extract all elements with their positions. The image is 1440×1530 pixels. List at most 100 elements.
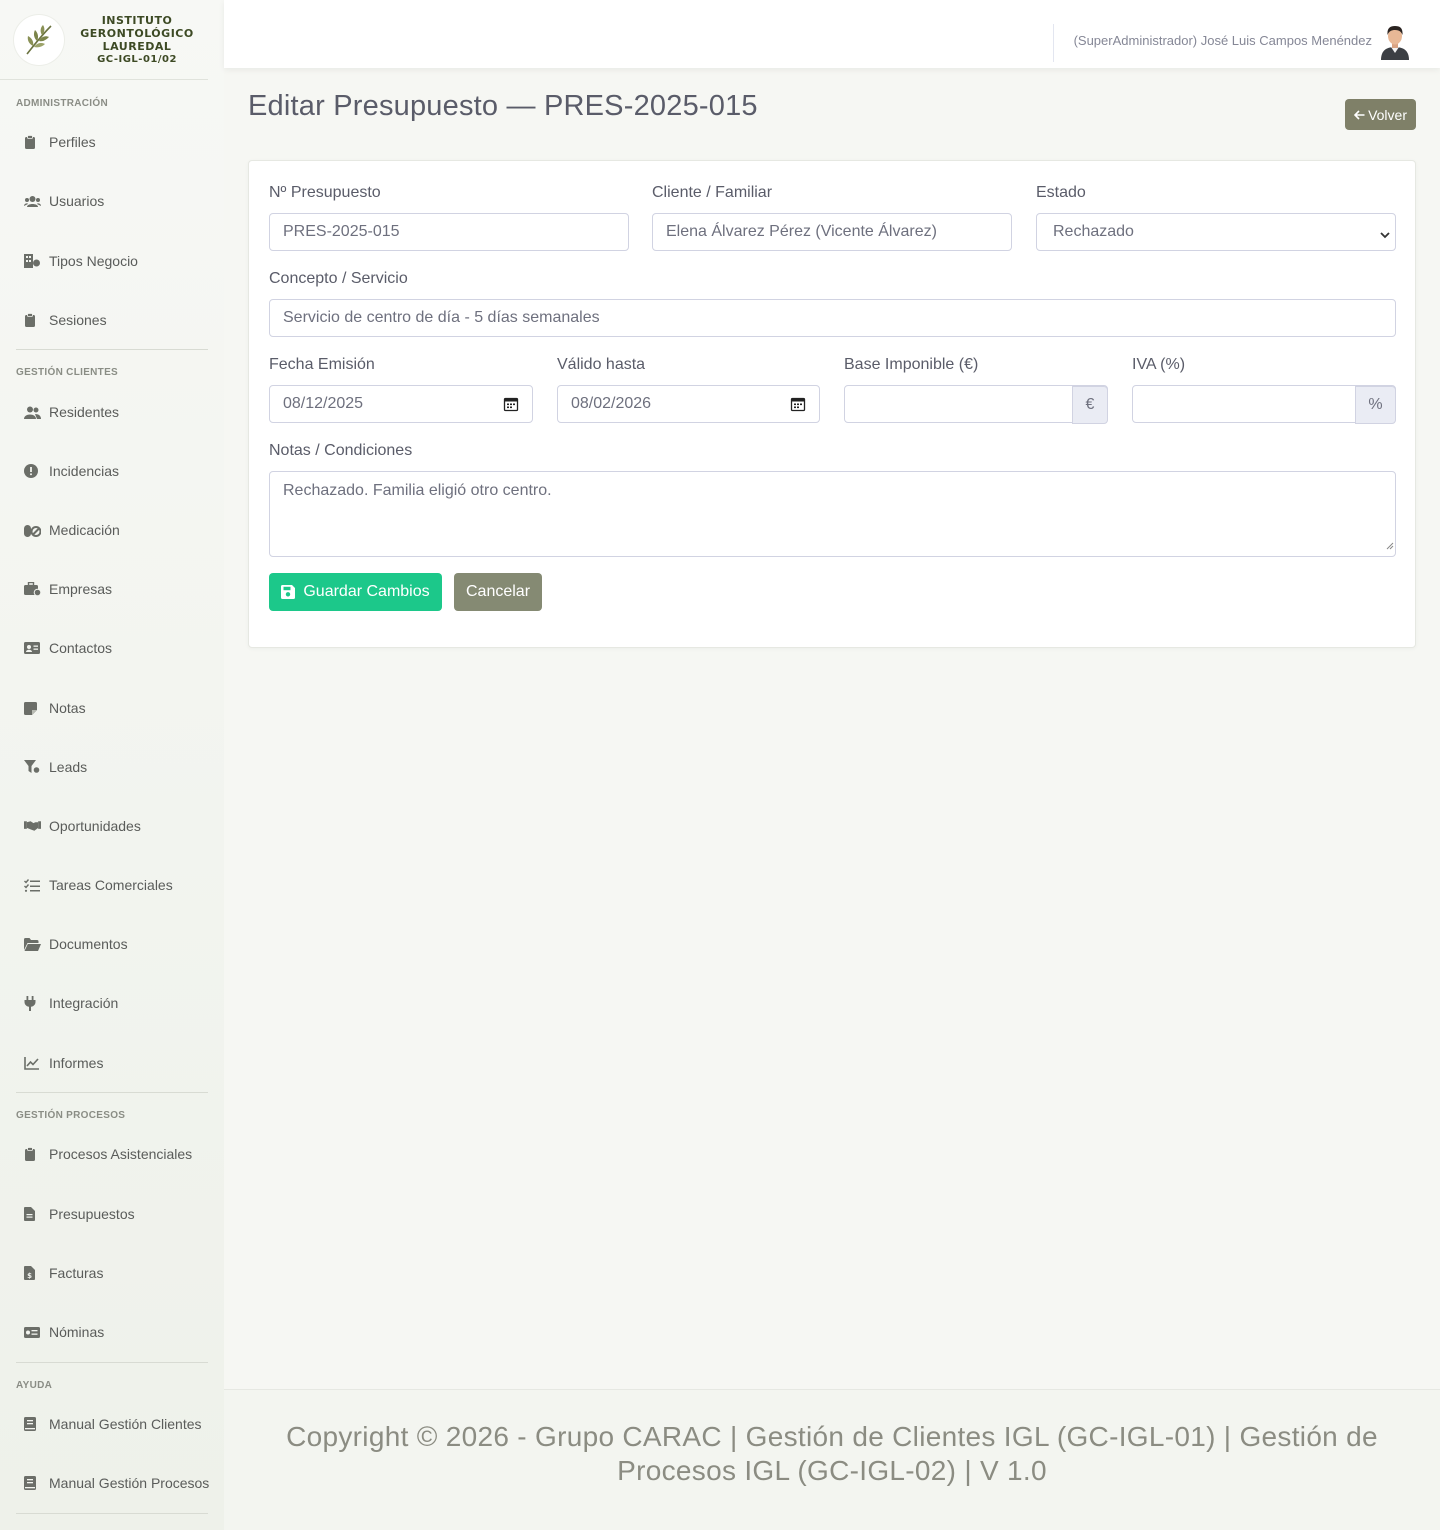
clipboard-icon <box>24 1147 41 1161</box>
arrow-left-icon <box>1353 107 1365 123</box>
back-button-label: Volver <box>1368 106 1407 123</box>
sidebar-item-procesos-asistenciales[interactable]: Procesos Asistenciales <box>24 1142 192 1166</box>
funnel-icon <box>24 760 41 774</box>
sidebar-item-incidencias[interactable]: Incidencias <box>24 459 119 483</box>
sidebar-item-label: Empresas <box>49 581 113 597</box>
brand-code: GC-IGL-01/02 <box>97 53 177 65</box>
money-bill-icon <box>24 1325 41 1339</box>
sidebar-item-label: Documentos <box>49 936 128 952</box>
book-icon <box>24 1417 41 1431</box>
numero-label: Nº Presupuesto <box>269 184 381 201</box>
user-name[interactable]: (SuperAdministrador) José Luis Campos Me… <box>1074 33 1372 48</box>
building-icon <box>24 254 41 268</box>
sidebar-item-label: Usuarios <box>49 193 105 209</box>
sidebar-item-tipos-negocio[interactable]: Tipos Negocio <box>24 249 138 273</box>
cancel-button[interactable]: Cancelar <box>454 573 542 611</box>
briefcase-icon <box>24 582 41 596</box>
iva-input[interactable]: % <box>1132 385 1396 424</box>
pills-icon <box>24 523 41 537</box>
sidebar-item-presupuestos[interactable]: Presupuestos <box>24 1202 135 1226</box>
sidebar-item-documentos[interactable]: Documentos <box>24 932 128 956</box>
sidebar-item-integracion[interactable]: Integración <box>24 991 118 1015</box>
valido-hasta-label: Válido hasta <box>557 356 646 373</box>
sticky-note-icon <box>24 701 41 715</box>
svg-text:$: $ <box>27 1272 32 1280</box>
sidebar-item-notas[interactable]: Notas <box>24 696 86 720</box>
brand-line: LAUREDAL <box>102 39 172 53</box>
sidebar-item-oportunidades[interactable]: Oportunidades <box>24 814 141 838</box>
notas-label: Notas / Condiciones <box>269 442 413 459</box>
cancel-button-label: Cancelar <box>465 583 531 600</box>
sidebar-item-informes[interactable]: Informes <box>24 1051 103 1075</box>
clipboard-icon <box>24 135 41 149</box>
brand-line: GERONTOLÓGICO <box>80 26 194 40</box>
sidebar-item-sesiones[interactable]: Sesiones <box>24 308 107 332</box>
sidebar-item-empresas[interactable]: Empresas <box>24 577 112 601</box>
copyright-text: Copyright © 2026 - Grupo CARAC | Gestión… <box>286 1421 1378 1486</box>
address-card-icon <box>24 641 41 655</box>
numero-input[interactable]: PRES-2025-015 <box>269 213 629 251</box>
sidebar-item-tareas-comerciales[interactable]: Tareas Comerciales <box>24 873 173 897</box>
sidebar-item-label: Notas <box>49 700 86 716</box>
user-group-icon <box>24 405 41 419</box>
sidebar-item-label: Perfiles <box>49 134 96 150</box>
fecha-emision-input[interactable]: 08/12/2025 <box>269 385 533 423</box>
resize-grip-icon[interactable] <box>1385 537 1394 555</box>
topbar: (SuperAdministrador) José Luis Campos Me… <box>224 0 1440 68</box>
save-button[interactable]: Guardar Cambios <box>269 573 442 611</box>
book-icon <box>24 1476 41 1490</box>
calendar-icon[interactable] <box>790 396 806 412</box>
sidebar-item-perfiles[interactable]: Perfiles <box>24 130 96 154</box>
clipboard-icon <box>24 313 41 327</box>
sidebar-divider <box>16 1513 208 1514</box>
base-imponible-input[interactable]: € <box>844 385 1108 424</box>
sidebar-item-label: Sesiones <box>49 312 107 328</box>
notas-value: Rechazado. Familia eligió otro centro. <box>283 482 552 499</box>
iva-label: IVA (%) <box>1132 356 1186 373</box>
brand[interactable]: INSTITUTO GERONTOLÓGICO LAUREDAL GC-IGL-… <box>0 0 208 80</box>
concepto-input[interactable]: Servicio de centro de día - 5 días seman… <box>269 299 1396 337</box>
sidebar-item-label: Manual Gestión Clientes <box>49 1416 202 1432</box>
task-list-icon <box>24 878 41 892</box>
sidebar-item-manual-gestion-clientes[interactable]: Manual Gestión Clientes <box>24 1412 202 1436</box>
valido-hasta-input[interactable]: 08/02/2026 <box>557 385 820 423</box>
sidebar-item-label: Contactos <box>49 640 113 656</box>
sidebar-item-label: Manual Gestión Procesos <box>49 1475 210 1491</box>
avatar[interactable] <box>1378 24 1412 60</box>
estado-select[interactable]: Rechazado <box>1036 213 1396 251</box>
sidebar-item-residentes[interactable]: Residentes <box>24 400 119 424</box>
users-icon <box>24 194 41 208</box>
chevron-down-icon <box>1380 226 1390 244</box>
sidebar-item-label: Nóminas <box>49 1324 105 1340</box>
sidebar-item-usuarios[interactable]: Usuarios <box>24 189 104 213</box>
sidebar-divider <box>16 349 208 350</box>
fecha-emision-value: 08/12/2025 <box>283 395 364 412</box>
sidebar-item-label: Informes <box>49 1055 104 1071</box>
sidebar-item-facturas[interactable]: $ Facturas <box>24 1261 103 1285</box>
sidebar-item-contactos[interactable]: Contactos <box>24 636 112 660</box>
alert-circle-icon <box>24 464 41 478</box>
footer: Copyright © 2026 - Grupo CARAC | Gestión… <box>224 1389 1440 1530</box>
cliente-input[interactable]: Elena Álvarez Pérez (Vicente Álvarez) <box>652 213 1012 251</box>
calendar-icon[interactable] <box>503 396 519 412</box>
page-title: Editar Presupuesto — PRES-2025-015 <box>248 90 758 122</box>
sidebar-item-leads[interactable]: Leads <box>24 755 87 779</box>
sidebar-item-manual-gestion-procesos[interactable]: Manual Gestión Procesos <box>24 1471 209 1495</box>
sidebar-item-label: Leads <box>49 759 88 775</box>
valido-hasta-value: 08/02/2026 <box>571 395 652 412</box>
sidebar-divider <box>16 1362 208 1363</box>
cliente-label: Cliente / Familiar <box>652 184 773 201</box>
section-heading-administracion: Administración <box>16 98 108 109</box>
estado-selected-value: Rechazado <box>1053 223 1134 240</box>
sidebar-item-label: Tipos Negocio <box>49 253 138 269</box>
sidebar-item-label: Procesos Asistenciales <box>49 1146 193 1162</box>
notas-textarea[interactable]: Rechazado. Familia eligió otro centro. <box>269 471 1396 557</box>
back-button[interactable]: Volver <box>1345 99 1416 130</box>
sidebar-item-label: Integración <box>49 995 119 1011</box>
euro-addon: € <box>1072 386 1108 424</box>
laurel-logo-icon <box>14 14 64 65</box>
folder-open-icon <box>24 937 41 951</box>
budget-form-card: Nº Presupuesto PRES-2025-015 Cliente / F… <box>248 160 1416 648</box>
sidebar-item-medicacion[interactable]: Medicación <box>24 518 120 542</box>
sidebar-item-nominas[interactable]: Nóminas <box>24 1320 104 1344</box>
